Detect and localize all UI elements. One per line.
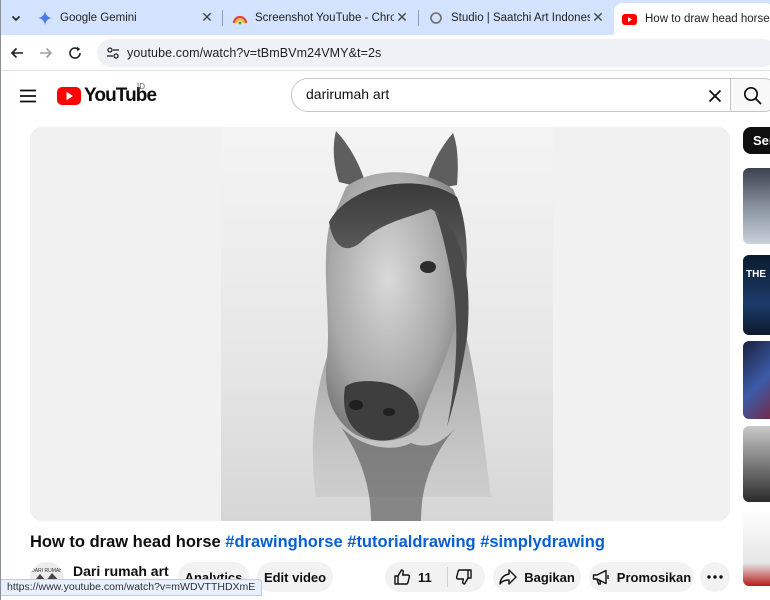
- browser-window: Google Gemini ✕ Screenshot YouTube - Chr…: [0, 0, 770, 600]
- reload-icon: [69, 46, 81, 59]
- logo-wordmark: YouTube: [84, 85, 157, 106]
- thumbnail-text: THE: [746, 269, 766, 280]
- site-info-icon[interactable]: [104, 44, 122, 62]
- channel-name[interactable]: Dari rumah art: [73, 563, 169, 579]
- like-button[interactable]: [393, 568, 411, 586]
- tab-google-gemini[interactable]: Google Gemini ✕: [31, 0, 221, 35]
- reload-button[interactable]: [63, 41, 87, 65]
- search-icon: [743, 86, 762, 105]
- tab-strip: Google Gemini ✕ Screenshot YouTube - Chr…: [1, 0, 770, 35]
- tab-youtube-active[interactable]: How to draw head horse #drawinghorse: [614, 3, 770, 35]
- tab-divider: [222, 10, 223, 26]
- address-bar[interactable]: youtube.com/watch?v=tBmBVm24VMY&t=2s: [97, 39, 770, 67]
- tab-title: Screenshot YouTube - Chrome: [255, 11, 394, 24]
- share-arrow-icon: [499, 569, 517, 585]
- close-tab-icon[interactable]: ✕: [590, 9, 606, 26]
- gemini-sparkle-icon: [37, 10, 52, 25]
- close-tab-icon[interactable]: ✕: [394, 9, 410, 26]
- tab-screenshot-youtube[interactable]: Screenshot YouTube - Chrome ✕: [226, 0, 416, 35]
- avatar-text: DARI RUMAH: [31, 568, 63, 574]
- promote-label: Promosikan: [616, 569, 692, 585]
- loading-ring-icon: [428, 10, 443, 25]
- youtube-icon: [622, 12, 637, 27]
- megaphone-icon: [592, 569, 610, 585]
- edit-video-label: Edit video: [263, 569, 327, 585]
- link-status-bubble: https://www.youtube.com/watch?v=mWDVTTHD…: [1, 579, 263, 596]
- related-video-thumbnail[interactable]: [743, 168, 770, 244]
- chevron-down-icon: [11, 15, 21, 22]
- like-count: 11: [418, 569, 432, 585]
- more-actions-button[interactable]: [700, 562, 730, 592]
- hashtag-link[interactable]: #tutorialdrawing: [347, 533, 475, 551]
- chrome-web-store-icon: [232, 10, 247, 25]
- related-chip[interactable]: Ser: [743, 127, 770, 154]
- url-text: youtube.com/watch?v=tBmBVm24VMY&t=2s: [127, 46, 382, 60]
- tab-saatchi-art[interactable]: Studio | Saatchi Art Indonesia ✕: [422, 0, 612, 35]
- hamburger-menu-icon: [20, 89, 36, 103]
- related-video-thumbnail[interactable]: THE: [743, 255, 770, 335]
- horse-drawing-image: [312, 131, 491, 521]
- related-video-thumbnail[interactable]: [743, 426, 770, 502]
- share-label: Bagikan: [524, 569, 575, 585]
- share-button[interactable]: Bagikan: [493, 562, 581, 592]
- promote-button[interactable]: Promosikan: [589, 562, 694, 592]
- video-title: How to draw head horse #drawinghorse #tu…: [30, 533, 605, 552]
- edit-video-button[interactable]: Edit video: [257, 562, 333, 592]
- country-code: ID: [137, 82, 145, 91]
- tab-title: Studio | Saatchi Art Indonesia: [451, 11, 590, 24]
- like-divider: [447, 567, 448, 587]
- related-video-thumbnail[interactable]: [743, 341, 770, 419]
- guide-menu-button[interactable]: [15, 83, 41, 109]
- youtube-logo[interactable]: YouTube ID: [57, 82, 157, 107]
- hashtag-link[interactable]: #drawinghorse: [225, 533, 342, 551]
- back-button[interactable]: [5, 41, 29, 65]
- tab-title: Google Gemini: [60, 11, 137, 24]
- arrow-left-icon: [10, 47, 23, 59]
- clear-search-icon[interactable]: [706, 87, 724, 105]
- forward-button[interactable]: [34, 41, 58, 65]
- tab-divider: [418, 10, 419, 26]
- hashtag-link[interactable]: #simplydrawing: [480, 533, 605, 551]
- search-button[interactable]: [731, 78, 770, 112]
- youtube-masthead: YouTube ID darirumah art: [1, 72, 770, 120]
- title-text: How to draw head horse: [30, 533, 221, 551]
- chip-label: Ser: [753, 133, 770, 148]
- close-tab-icon[interactable]: ✕: [199, 9, 215, 26]
- thumbs-down-icon: [455, 569, 472, 585]
- youtube-play-icon: [57, 87, 81, 105]
- more-horizontal-icon: [707, 575, 723, 579]
- related-video-thumbnail[interactable]: [743, 510, 770, 586]
- dislike-button[interactable]: [455, 568, 473, 589]
- video-frame: [221, 127, 553, 521]
- video-player[interactable]: [30, 127, 730, 521]
- search-input[interactable]: darirumah art: [306, 86, 389, 102]
- tab-title: How to draw head horse #drawinghorse: [645, 13, 770, 25]
- arrow-right-icon: [40, 47, 53, 59]
- thumbs-up-icon: [394, 569, 411, 585]
- like-dislike-group: 11: [385, 562, 485, 592]
- search-box[interactable]: darirumah art: [291, 78, 731, 112]
- browser-toolbar: youtube.com/watch?v=tBmBVm24VMY&t=2s: [1, 35, 770, 71]
- tab-search-button[interactable]: [5, 7, 27, 29]
